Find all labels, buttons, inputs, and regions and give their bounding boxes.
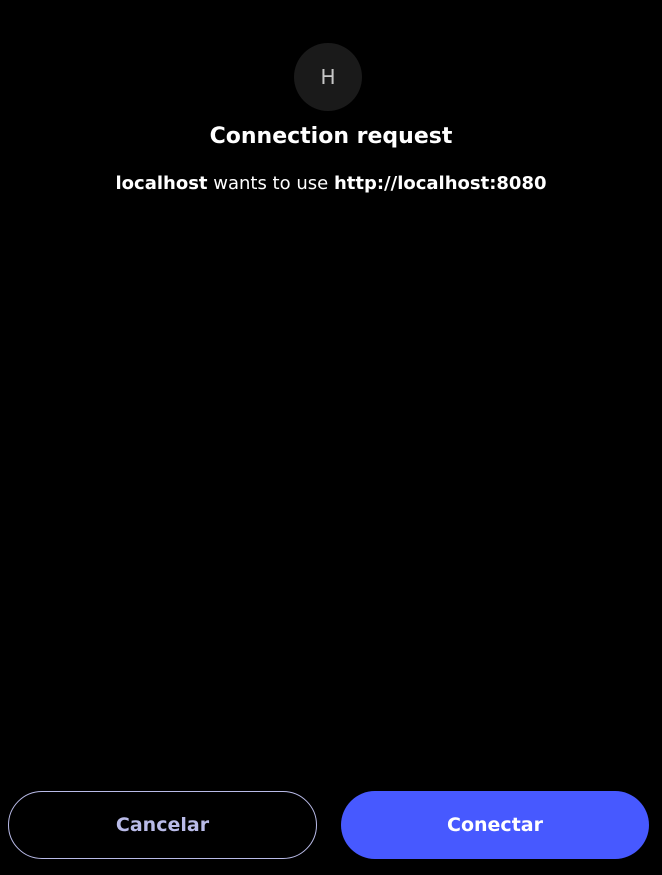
dialog-title: Connection request xyxy=(209,124,453,149)
connect-button[interactable]: Conectar xyxy=(341,791,649,859)
avatar: H xyxy=(294,43,362,111)
cancel-button-label: Cancelar xyxy=(115,814,210,836)
target-url: http://localhost:8080 xyxy=(333,173,547,194)
action-text: wants to use xyxy=(207,173,334,194)
cancel-button[interactable]: Cancelar xyxy=(8,791,317,859)
connection-description: localhost wants to use http://localhost:… xyxy=(0,173,662,194)
avatar-letter: H xyxy=(320,65,336,89)
connect-button-label: Conectar xyxy=(447,814,543,836)
requester-name: localhost xyxy=(115,173,208,194)
